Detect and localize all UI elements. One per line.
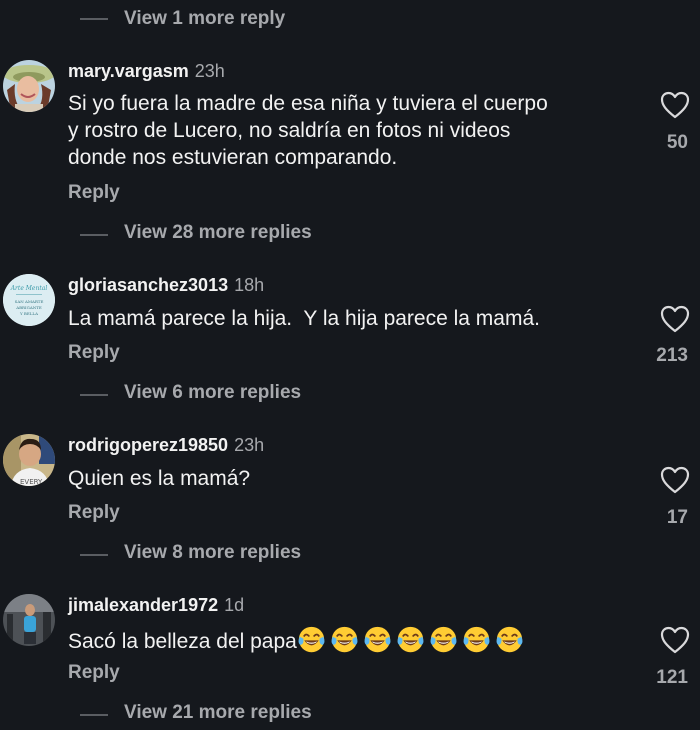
comment-header: gloriasanchez3013 18h [68,275,264,296]
comment-header: rodrigoperez19850 23h [68,435,264,456]
username[interactable]: gloriasanchez3013 [68,275,228,295]
avatar[interactable]: EVERY [3,434,55,486]
emoji-row [297,626,528,653]
tears-of-joy-emoji-icon [463,626,490,653]
thread-line [80,554,108,556]
tears-of-joy-emoji-icon [496,626,523,653]
reply-button[interactable]: Reply [68,662,120,684]
comment-text-content: Sacó la belleza del papa [68,630,297,653]
thread-line [80,234,108,236]
tears-of-joy-emoji-icon [430,626,457,653]
comment-text: Quien es la mamá? [68,467,251,490]
text-logo-avatar-icon: Arte Mental SAN AMARTE ABRIGANTE Y BELLA [3,274,55,326]
avatar-logo-text: Arte Mental [10,285,48,292]
reply-button[interactable]: Reply [68,342,120,364]
like-count: 17 [666,507,688,528]
timestamp: 1d [224,595,245,615]
like-count: 121 [656,667,688,688]
view-more-replies-button[interactable]: View 6 more replies [124,382,301,404]
username[interactable]: rodrigoperez19850 [68,435,228,455]
avatar[interactable] [3,60,55,112]
reply-button[interactable]: Reply [68,182,120,204]
avatar[interactable] [3,594,55,646]
username[interactable]: jimalexander1972 [68,595,218,615]
avatar-logo-text: Y BELLA [19,311,38,316]
like-count: 50 [666,132,688,153]
comment-header: mary.vargasm 23h [68,61,225,82]
tears-of-joy-emoji-icon [364,626,391,653]
heart-icon[interactable] [660,466,690,494]
timestamp: 23h [194,61,225,81]
view-more-replies-button[interactable]: View 8 more replies [124,542,301,564]
comment-header: jimalexander1972 1d [68,595,244,616]
tears-of-joy-emoji-icon [331,626,358,653]
comment-text-line: y rostro de Lucero, no saldría en fotos … [68,119,511,142]
heart-icon[interactable] [660,626,690,654]
comment-text-line: Si yo fuera la madre de esa niña y tuvie… [68,92,548,115]
avatar[interactable]: Arte Mental SAN AMARTE ABRIGANTE Y BELLA [3,274,55,326]
tears-of-joy-emoji-icon [397,626,424,653]
comment-text-line: donde nos estuvieran comparando. [68,146,398,169]
thread-line [80,394,108,396]
comment-text: La mamá parece la hija. Y la hija parece… [68,307,540,330]
avatar-shirt-text: EVERY [20,478,43,486]
avatar-logo-text: SAN AMARTE [15,299,44,304]
view-more-replies-button[interactable]: View 1 more reply [124,8,285,30]
reply-button[interactable]: Reply [68,502,120,524]
username[interactable]: mary.vargasm [68,61,189,81]
thread-line [80,714,108,716]
comment-text: Sacó la belleza del papa [68,625,638,655]
young-man-avatar-icon: EVERY [3,434,55,486]
tears-of-joy-emoji-icon [298,626,325,653]
heart-icon[interactable] [660,305,690,333]
avatar-logo-text: ABRIGANTE [15,305,42,310]
thread-line [80,18,108,20]
comment-text: Si yo fuera la madre de esa niña y tuvie… [68,90,638,171]
timestamp: 18h [234,275,265,295]
gym-man-avatar-icon [3,594,55,646]
like-count: 213 [656,345,688,366]
timestamp: 23h [234,435,265,455]
woman-hat-avatar-icon [3,60,55,112]
view-more-replies-button[interactable]: View 28 more replies [124,222,312,244]
heart-icon[interactable] [660,91,690,119]
view-more-replies-button[interactable]: View 21 more replies [124,702,312,724]
